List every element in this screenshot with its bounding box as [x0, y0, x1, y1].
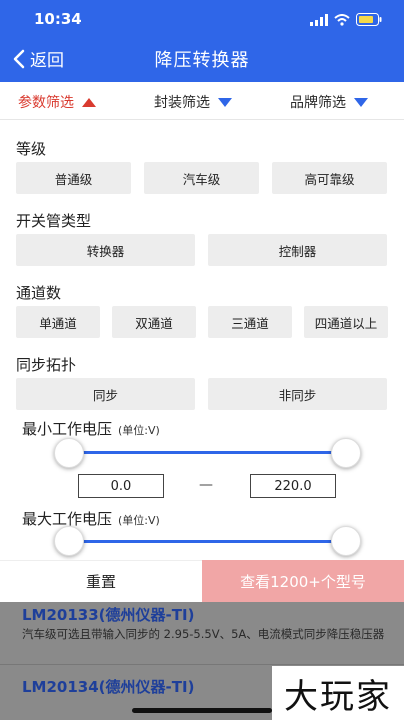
min-voltage-track[interactable] — [68, 451, 346, 454]
result-item-name[interactable]: LM20134(德州仪器-TI) — [22, 676, 194, 697]
action-bar: 重置 查看1200+个型号 — [0, 560, 404, 602]
home-indicator[interactable] — [132, 708, 272, 713]
result-item-name[interactable]: LM20133(德州仪器-TI) — [22, 604, 194, 625]
watermark-logo: 大玩家 — [272, 666, 404, 720]
option-channel-3[interactable]: 三通道 — [208, 306, 292, 338]
min-voltage-knob-high[interactable] — [331, 438, 361, 468]
battery-icon — [356, 13, 382, 26]
max-voltage-track[interactable] — [68, 540, 346, 543]
max-voltage-knob-high[interactable] — [331, 526, 361, 556]
option-grade-high-rel[interactable]: 高可靠级 — [272, 162, 387, 194]
option-grade-auto[interactable]: 汽车级 — [144, 162, 259, 194]
max-voltage-unit: (单位:V) — [118, 514, 160, 527]
max-voltage-label: 最大工作电压 (单位:V) — [22, 508, 160, 529]
filter-tab-label: 品牌筛选 — [290, 95, 346, 111]
section-label-grade: 等级 — [16, 140, 47, 158]
signal-icon — [310, 13, 328, 26]
min-voltage-label: 最小工作电压 (单位:V) — [22, 418, 160, 439]
option-channel-1[interactable]: 单通道 — [16, 306, 100, 338]
min-voltage-unit: (单位:V) — [118, 424, 160, 437]
option-sync[interactable]: 同步 — [16, 378, 195, 410]
option-grade-normal[interactable]: 普通级 — [16, 162, 131, 194]
min-voltage-to-input[interactable]: 220.0 — [250, 474, 336, 498]
triangle-down-icon — [218, 97, 232, 107]
min-voltage-from-input[interactable]: 0.0 — [78, 474, 164, 498]
section-label-switch-type: 开关管类型 — [16, 212, 92, 230]
triangle-up-icon — [82, 97, 96, 107]
min-voltage-knob-low[interactable] — [54, 438, 84, 468]
page-title: 降压转换器 — [154, 50, 250, 71]
option-non-sync[interactable]: 非同步 — [208, 378, 387, 410]
option-switch-converter[interactable]: 转换器 — [16, 234, 195, 266]
wifi-icon — [334, 13, 350, 26]
triangle-down-icon — [354, 97, 368, 107]
filter-tab-label: 封装筛选 — [154, 95, 210, 111]
param-filter-panel: 等级 普通级 汽车级 高可靠级 开关管类型 转换器 控制器 通道数 单通道 双通… — [0, 120, 404, 560]
status-time: 10:34 — [34, 10, 82, 28]
option-channel-2[interactable]: 双通道 — [112, 306, 196, 338]
reset-button[interactable]: 重置 — [0, 560, 202, 602]
option-channel-4plus[interactable]: 四通道以上 — [304, 306, 388, 338]
filter-tab-package[interactable]: 封装筛选 — [154, 92, 232, 112]
nav-bar: 返回 降压转换器 — [0, 42, 404, 76]
range-separator: — — [199, 477, 213, 493]
status-icons — [310, 13, 382, 26]
filter-tab-params[interactable]: 参数筛选 — [18, 92, 96, 112]
filter-tab-brand[interactable]: 品牌筛选 — [290, 92, 368, 112]
max-voltage-knob-low[interactable] — [54, 526, 84, 556]
filter-tab-label: 参数筛选 — [18, 95, 74, 111]
section-label-sync: 同步拓扑 — [16, 356, 77, 374]
filter-bar: 参数筛选 封装筛选 品牌筛选 — [0, 82, 404, 120]
divider — [0, 664, 404, 665]
option-switch-controller[interactable]: 控制器 — [208, 234, 387, 266]
min-voltage-title: 最小工作电压 — [22, 420, 113, 438]
app-header: 10:34 返回 降压转换器 — [0, 0, 404, 82]
view-models-button[interactable]: 查看1200+个型号 — [202, 560, 404, 602]
status-bar: 10:34 — [0, 8, 404, 30]
section-label-channels: 通道数 — [16, 284, 62, 302]
result-item-desc: 汽车级可选且带输入同步的 2.95-5.5V、5A、电流模式同步降压稳压器 — [22, 627, 385, 641]
